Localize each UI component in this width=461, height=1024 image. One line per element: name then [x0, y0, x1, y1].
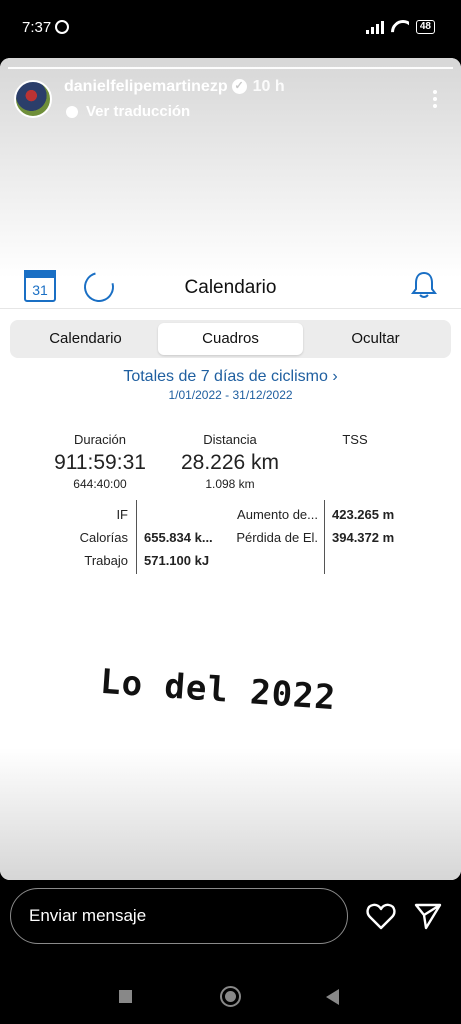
date-range: 1/01/2022 - 31/12/2022 — [168, 388, 293, 402]
battery-icon: 48 — [415, 20, 435, 34]
story-card[interactable]: danielfelipemartinezp ✓ 10 h Ver traducció… — [0, 58, 461, 880]
bottom-shade — [0, 748, 461, 880]
translate-label: Ver traducción — [86, 103, 191, 120]
translate-link[interactable]: Ver traducción — [66, 103, 190, 120]
message-input[interactable]: Enviar mensaje — [10, 888, 348, 944]
if-label: IF — [116, 507, 128, 522]
work-value: 571.100 kJ — [144, 553, 210, 568]
totals-header: Totales de 7 días de ciclismo › 1/01/202… — [0, 368, 461, 402]
table-divider-right — [324, 500, 325, 574]
back-button[interactable] — [326, 989, 339, 1005]
home-button[interactable] — [220, 986, 241, 1007]
avatar[interactable] — [14, 80, 52, 118]
tab-ocultar: Ocultar — [351, 330, 400, 347]
verified-badge-icon: ✓ — [231, 79, 247, 95]
segmented-control: Calendario Cuadros Ocultar — [10, 320, 451, 358]
tss-label: TSS — [342, 432, 368, 447]
status-icons: 48 — [365, 20, 435, 34]
elev-gain-value: 423.265 m — [332, 507, 395, 522]
story-text-overlay: Lo del 2022 — [98, 661, 338, 719]
alarm-icon — [55, 20, 69, 34]
elev-loss-label: Pérdida de El. — [236, 530, 318, 545]
metric-distance: Distancia 28.226 km 1.098 km — [172, 432, 288, 491]
app-title: Calendario — [184, 277, 277, 298]
metric-tss: TSS — [325, 432, 385, 447]
distance-sub: 1.098 km — [205, 477, 255, 491]
chevron-right-icon: › — [332, 368, 338, 385]
metric-duration: Duración 911:59:31 644:40:00 — [45, 432, 155, 491]
elev-gain-label: Aumento de... — [237, 507, 318, 522]
elev-loss-value: 394.372 m — [332, 530, 395, 545]
distance-value: 28.226 km — [180, 451, 280, 474]
calories-label: Calorías — [79, 530, 128, 545]
signal-icon — [365, 20, 384, 34]
wifi-icon — [391, 20, 409, 34]
header-divider — [0, 308, 461, 309]
status-time: 7:37 — [22, 19, 52, 36]
app-header: 31 Calendario — [0, 266, 461, 312]
table-divider-left — [136, 500, 137, 574]
work-label: Trabajo — [84, 553, 128, 568]
calories-value: 655.834 k... — [144, 530, 213, 545]
duration-label: Duración — [73, 432, 127, 447]
distance-label: Distancia — [203, 432, 257, 447]
tab-calendario: Calendario — [49, 330, 122, 347]
duration-sub: 644:40:00 — [73, 477, 127, 491]
story-header: danielfelipemartinezp ✓ 10 h — [64, 78, 285, 96]
more-options-icon[interactable] — [433, 90, 437, 111]
recent-apps-button[interactable] — [119, 990, 132, 1003]
totals-title: Totales de 7 días de ciclismo — [123, 368, 328, 385]
tab-cuadros: Cuadros — [158, 323, 303, 355]
story-progress-bar — [8, 67, 453, 69]
translate-icon — [66, 105, 78, 118]
bell-icon — [411, 271, 437, 298]
username[interactable]: danielfelipemartinezp — [64, 78, 228, 95]
duration-value: 911:59:31 — [54, 451, 146, 474]
screen: 7:37 48 danielfelipemartinezp ✓ 10 h Ver t… — [0, 0, 461, 1024]
time-ago: 10 h — [252, 78, 285, 95]
send-icon[interactable] — [414, 902, 442, 930]
status-bar: 7:37 48 — [0, 0, 461, 58]
heart-icon[interactable] — [366, 902, 396, 930]
